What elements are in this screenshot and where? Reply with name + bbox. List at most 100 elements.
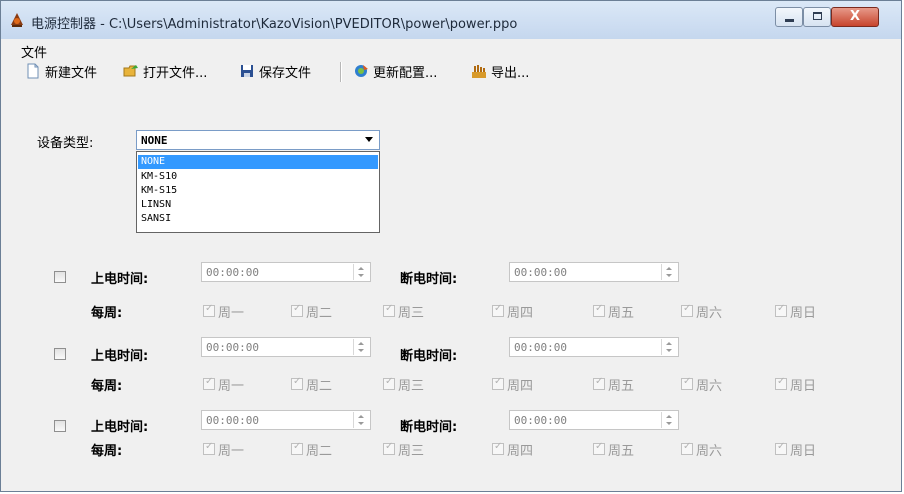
- day-checkbox[interactable]: 周三: [383, 303, 424, 321]
- spin-down-icon[interactable]: [666, 422, 672, 425]
- day-checkbox[interactable]: 周五: [593, 376, 634, 394]
- spin-down-icon[interactable]: [358, 422, 364, 425]
- day-checkbox[interactable]: 周六: [681, 376, 722, 394]
- day-label: 周四: [507, 378, 534, 394]
- spin-down-icon[interactable]: [666, 349, 672, 352]
- spin-up-icon[interactable]: [358, 415, 364, 418]
- schedule-enable-checkbox[interactable]: [54, 271, 66, 283]
- day-label: 周五: [608, 305, 635, 321]
- spin-up-icon[interactable]: [358, 342, 364, 345]
- day-checkbox[interactable]: 周五: [593, 303, 635, 321]
- day-label: 周四: [507, 443, 534, 459]
- device-option[interactable]: LINSN: [138, 198, 378, 212]
- checkbox-icon: [775, 376, 787, 390]
- update-config-label: 更新配置...: [373, 65, 438, 81]
- day-checkbox[interactable]: 周一: [203, 303, 245, 321]
- new-file-button[interactable]: 新建文件: [25, 61, 97, 81]
- title-bar[interactable]: 电源控制器 - C:\Users\Administrator\KazoVisio…: [1, 1, 901, 40]
- time-spinner[interactable]: [353, 412, 369, 428]
- power-off-label: 断电时间:: [400, 420, 458, 435]
- weekly-label: 每周:: [91, 379, 123, 394]
- device-option[interactable]: KM-S10: [138, 170, 378, 184]
- day-label: 周二: [306, 443, 333, 459]
- new-file-label: 新建文件: [45, 65, 98, 81]
- device-option[interactable]: KM-S15: [138, 184, 378, 198]
- app-icon: [11, 13, 23, 27]
- power-off-time-input[interactable]: 00:00:00: [509, 337, 679, 357]
- spin-down-icon[interactable]: [666, 274, 672, 277]
- power-off-time-input[interactable]: 00:00:00: [509, 262, 679, 282]
- device-option[interactable]: SANSI: [138, 212, 378, 226]
- device-type-combobox[interactable]: NONE: [136, 130, 380, 150]
- power-off-time-value: 00:00:00: [514, 341, 567, 354]
- power-on-time-input[interactable]: 00:00:00: [201, 337, 371, 357]
- day-checkbox[interactable]: 周二: [291, 441, 333, 459]
- power-off-time-input[interactable]: 00:00:00: [509, 410, 679, 430]
- day-label: 周四: [507, 305, 534, 321]
- day-checkbox[interactable]: 周二: [291, 303, 332, 321]
- day-checkbox[interactable]: 周五: [593, 441, 634, 459]
- checkbox-icon: [681, 441, 693, 455]
- power-off-label: 断电时间:: [400, 272, 458, 287]
- day-label: 周一: [218, 305, 245, 321]
- checkbox-icon: [492, 376, 504, 390]
- power-on-time-value: 00:00:00: [206, 414, 259, 427]
- schedule-enable-checkbox[interactable]: [54, 420, 66, 432]
- checkbox-icon: [492, 303, 504, 317]
- toolbar-separator: [340, 62, 341, 82]
- spin-up-icon[interactable]: [358, 267, 364, 270]
- spin-down-icon[interactable]: [358, 274, 364, 277]
- checkbox-icon: [203, 303, 215, 317]
- power-off-label: 断电时间:: [400, 349, 458, 364]
- spin-up-icon[interactable]: [666, 342, 672, 345]
- day-checkbox[interactable]: 周一: [203, 376, 244, 394]
- power-off-time-value: 00:00:00: [514, 266, 567, 279]
- day-checkbox[interactable]: 周二: [291, 376, 332, 394]
- day-checkbox[interactable]: 周六: [681, 303, 722, 321]
- close-button[interactable]: X: [831, 7, 879, 27]
- power-on-label: 上电时间:: [91, 349, 149, 364]
- export-button[interactable]: 导出...: [471, 61, 529, 81]
- power-on-time-input[interactable]: 00:00:00: [201, 262, 371, 282]
- new-file-icon: [27, 63, 39, 79]
- device-option[interactable]: NONE: [138, 155, 378, 169]
- time-spinner[interactable]: [353, 339, 369, 355]
- day-checkbox[interactable]: 周四: [492, 303, 534, 321]
- day-checkbox[interactable]: 周日: [775, 376, 816, 394]
- export-icon: [472, 65, 486, 78]
- power-off-time-value: 00:00:00: [514, 414, 567, 427]
- schedule-enable-checkbox[interactable]: [54, 348, 66, 360]
- checkbox-icon: [383, 441, 395, 455]
- checkbox-icon: [383, 376, 395, 390]
- update-config-icon: [355, 65, 368, 77]
- power-on-label: 上电时间:: [91, 420, 149, 435]
- spin-up-icon[interactable]: [666, 267, 672, 270]
- checkbox-icon: [593, 303, 605, 317]
- spin-up-icon[interactable]: [666, 415, 672, 418]
- maximize-button[interactable]: [803, 7, 831, 27]
- time-spinner[interactable]: [661, 412, 677, 428]
- day-checkbox[interactable]: 周四: [492, 441, 534, 459]
- day-label: 周日: [790, 305, 817, 321]
- chevron-down-icon[interactable]: [365, 137, 373, 142]
- day-checkbox[interactable]: 周六: [681, 441, 722, 459]
- time-spinner[interactable]: [353, 264, 369, 280]
- power-on-time-input[interactable]: 00:00:00: [201, 410, 371, 430]
- save-file-button[interactable]: 保存文件: [239, 61, 311, 81]
- day-checkbox[interactable]: 周三: [383, 376, 424, 394]
- open-file-button[interactable]: 打开文件...: [123, 61, 207, 81]
- spin-down-icon[interactable]: [358, 349, 364, 352]
- minimize-button[interactable]: [775, 7, 803, 27]
- toolbar: 新建文件 打开文件... 保存文件 更新配置... 导出...: [1, 59, 901, 85]
- weekly-label: 每周:: [91, 444, 123, 459]
- window-title: 电源控制器 - C:\Users\Administrator\KazoVisio…: [31, 17, 518, 32]
- update-config-button[interactable]: 更新配置...: [353, 61, 437, 81]
- power-on-time-value: 00:00:00: [206, 266, 259, 279]
- day-checkbox[interactable]: 周日: [775, 441, 816, 459]
- time-spinner[interactable]: [661, 339, 677, 355]
- day-checkbox[interactable]: 周一: [203, 441, 244, 459]
- day-checkbox[interactable]: 周三: [383, 441, 424, 459]
- day-checkbox[interactable]: 周日: [775, 303, 817, 321]
- time-spinner[interactable]: [661, 264, 677, 280]
- day-checkbox[interactable]: 周四: [492, 376, 534, 394]
